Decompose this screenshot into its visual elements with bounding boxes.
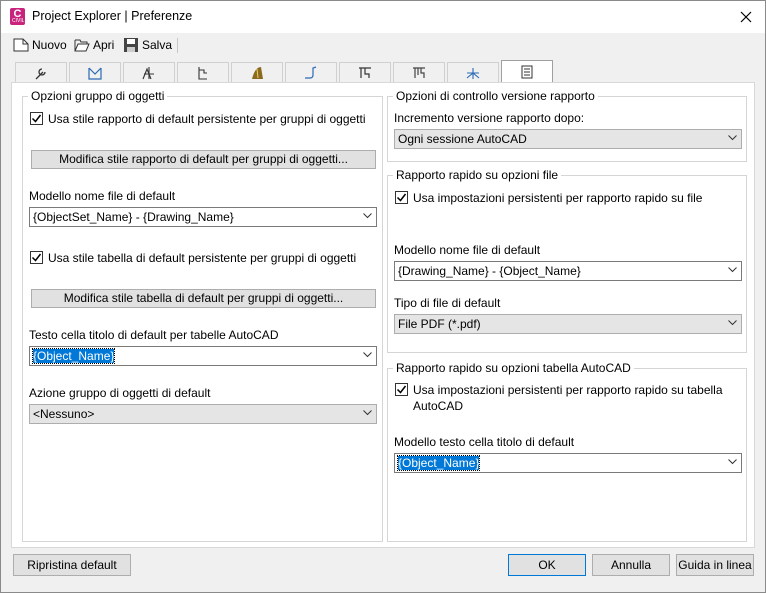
checkbox-label: Usa impostazioni persistenti per rapport… (413, 191, 703, 205)
chevron-down-icon (363, 352, 372, 358)
title-cell-template-combo[interactable]: {Object_Name} (394, 453, 742, 473)
chevron-down-icon (363, 213, 372, 219)
tab-reports[interactable] (501, 60, 553, 83)
civil3d-app-icon: C CIVIL (10, 8, 25, 25)
save-label: Salva (142, 38, 173, 52)
file-type-label: Tipo di file di default (394, 296, 501, 310)
chevron-down-icon (728, 267, 737, 273)
increment-label: Incremento versione rapporto dopo: (394, 111, 585, 125)
dropdown-value: <Nessuno> (33, 407, 95, 421)
checkbox-label: Usa stile tabella di default persistente… (48, 251, 357, 265)
report-icon (521, 65, 533, 79)
object-set-action-label: Azione gruppo di oggetti di default (29, 386, 211, 400)
reset-defaults-button[interactable]: Ripristina default (13, 554, 131, 576)
group-title: Opzioni di controllo versione rapporto (393, 89, 598, 103)
checkbox-persistent-report-style[interactable]: Usa stile rapporto di default persistent… (30, 111, 366, 127)
corridor-icon (252, 66, 263, 79)
checkmark-icon (31, 253, 42, 262)
title-bar: C CIVIL Project Explorer | Preferenze (1, 1, 765, 33)
dropdown-value: File PDF (*.pdf) (398, 317, 481, 331)
tab-general[interactable] (15, 62, 67, 82)
title-cell-combo[interactable]: {Object_Name} (29, 346, 377, 366)
chevron-down-icon (728, 459, 737, 465)
tab-profiles[interactable] (177, 62, 229, 82)
edit-report-style-button[interactable]: Modifica stile rapporto di default per g… (31, 150, 376, 169)
new-button[interactable]: Nuovo (13, 36, 67, 54)
checkbox-label: Usa impostazioni persistenti per rapport… (413, 383, 723, 413)
checkbox-box[interactable] (30, 112, 43, 125)
tab-sections[interactable] (447, 62, 499, 82)
title-cell-label: Testo cella titolo di default per tabell… (29, 328, 279, 342)
toolbar-separator (177, 38, 178, 53)
group-quick-report-table: Rapporto rapido su opzioni tabella AutoC… (387, 361, 747, 542)
checkmark-icon (396, 385, 407, 394)
tab-strip (1, 59, 765, 83)
group-version-control: Opzioni di controllo versione rapporto I… (387, 89, 747, 162)
chevron-down-icon (728, 135, 737, 141)
help-button[interactable]: Guida in linea (676, 554, 754, 576)
title-cell-template-label: Modello testo cella titolo di default (394, 435, 575, 449)
group-title: Rapporto rapido su opzioni file (393, 168, 562, 182)
cancel-button[interactable]: Annulla (592, 554, 670, 576)
save-button[interactable]: Salva (123, 36, 172, 54)
edit-table-style-button[interactable]: Modifica stile tabella di default per gr… (31, 289, 376, 308)
tab-alignments[interactable] (123, 62, 175, 82)
window-title: Project Explorer | Preferenze (32, 9, 193, 23)
wrench-icon (35, 67, 46, 79)
open-button[interactable]: Apri (74, 36, 114, 54)
combo-value-selected: {Object_Name} (396, 455, 481, 471)
open-label: Apri (93, 38, 115, 52)
checkbox-persistent-table-style[interactable]: Usa stile tabella di default persistente… (30, 250, 356, 266)
increment-dropdown[interactable]: Ogni sessione AutoCAD (394, 129, 742, 149)
filename-template-label: Modello nome file di default (29, 189, 176, 203)
group-title: Opzioni gruppo di oggetti (28, 89, 168, 103)
new-label: Nuovo (32, 38, 67, 52)
checkbox-box[interactable] (395, 191, 408, 204)
folder-open-icon (74, 39, 90, 52)
combo-value-selected: {Object_Name} (31, 348, 116, 364)
tab-content-reports: Opzioni gruppo di oggetti Usa stile rapp… (11, 82, 755, 548)
combo-value: {ObjectSet_Name} - {Drawing_Name} (33, 210, 234, 224)
combo-value: {Drawing_Name} - {Object_Name} (398, 264, 581, 278)
ok-button[interactable]: OK (508, 554, 586, 576)
pipe-network-icon (305, 65, 317, 79)
profile-icon (198, 66, 207, 80)
tab-pipe-networks[interactable] (285, 62, 337, 82)
checkmark-icon (31, 114, 42, 123)
tab-corridors[interactable] (231, 62, 283, 82)
tab-surfaces[interactable] (69, 62, 121, 82)
checkbox-label: Usa stile rapporto di default persistent… (48, 112, 366, 126)
chevron-down-icon (728, 320, 737, 326)
filename-template-combo[interactable]: {Drawing_Name} - {Object_Name} (394, 261, 742, 281)
save-disk-icon (124, 38, 138, 52)
checkmark-icon (396, 193, 407, 202)
filename-template-combo[interactable]: {ObjectSet_Name} - {Drawing_Name} (29, 207, 377, 227)
surface-icon (88, 67, 102, 80)
checkbox-box[interactable] (395, 383, 408, 396)
close-icon (740, 11, 752, 23)
section-icon (466, 67, 480, 79)
dropdown-value: Ogni sessione AutoCAD (398, 132, 527, 146)
pressure-network-icon (359, 66, 371, 78)
alignment-icon (142, 66, 154, 79)
tab-pressure-networks[interactable] (339, 62, 391, 82)
checkbox-box[interactable] (30, 251, 43, 264)
file-type-dropdown[interactable]: File PDF (*.pdf) (394, 314, 742, 334)
group-object-sets: Opzioni gruppo di oggetti Usa stile rapp… (22, 89, 383, 542)
toolbar: Nuovo Apri Salva (1, 33, 765, 57)
group-quick-report-file: Rapporto rapido su opzioni file Usa impo… (387, 168, 747, 353)
structure-icon (413, 66, 425, 78)
object-set-action-dropdown[interactable]: <Nessuno> (29, 404, 377, 424)
checkbox-persistent-table-settings[interactable]: Usa impostazioni persistenti per rapport… (395, 382, 723, 414)
tab-structures[interactable] (393, 62, 445, 82)
chevron-down-icon (363, 410, 372, 416)
filename-template-label: Modello nome file di default (394, 243, 541, 257)
group-title: Rapporto rapido su opzioni tabella AutoC… (393, 361, 634, 375)
preferences-dialog: C CIVIL Project Explorer | Preferenze Nuo… (0, 0, 766, 593)
close-button[interactable] (736, 7, 756, 27)
new-file-icon (13, 38, 29, 52)
checkbox-persistent-file-settings[interactable]: Usa impostazioni persistenti per rapport… (395, 190, 702, 206)
